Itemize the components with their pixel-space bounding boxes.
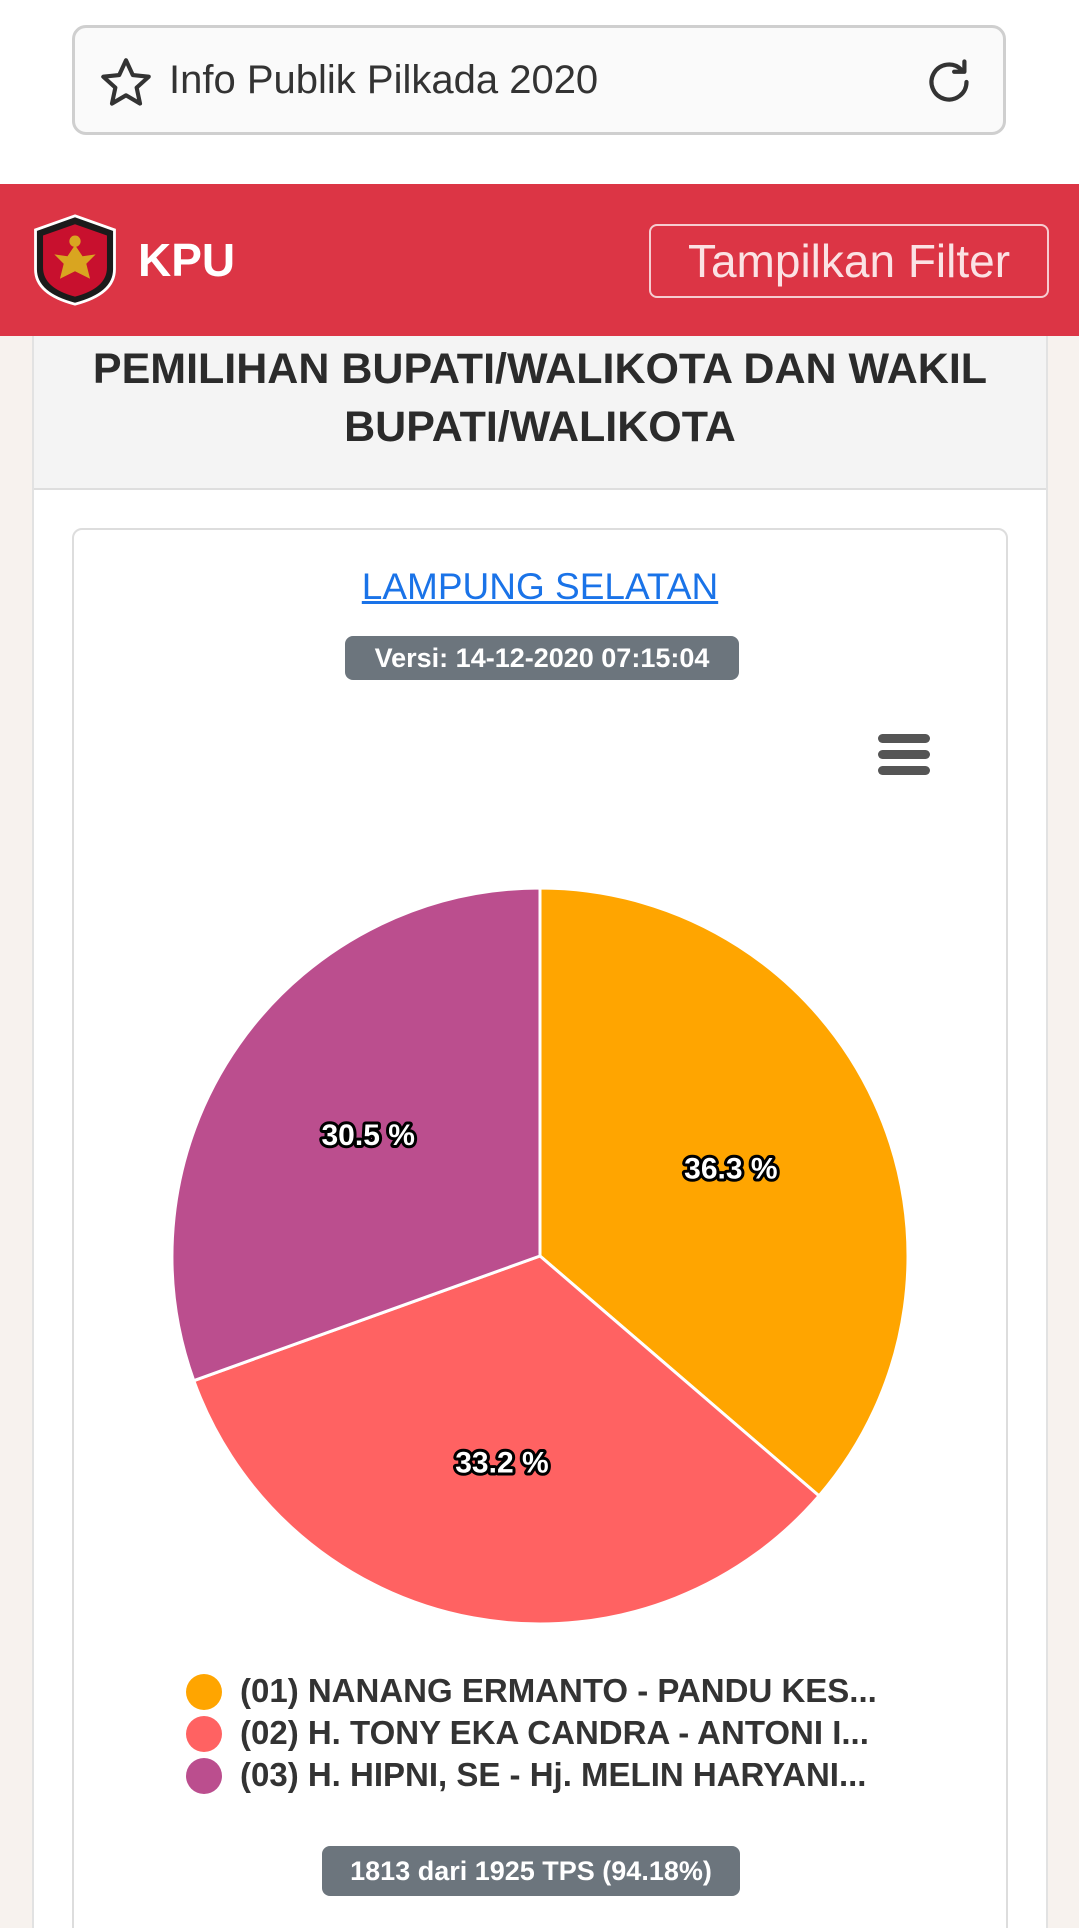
tps-progress-badge: 1813 dari 1925 TPS (94.18%) <box>322 1846 740 1896</box>
legend-item-3[interactable]: (03) H. HIPNI, SE - Hj. MELIN HARYANI... <box>186 1754 946 1796</box>
show-filter-button[interactable]: Tampilkan Filter <box>649 224 1049 298</box>
result-card: PEMILIHAN BUPATI/WALIKOTA DAN WAKIL BUPA… <box>32 336 1048 1928</box>
slice-label-3: 30.5 % <box>321 1119 414 1152</box>
browser-toolbar: Info Publik Pilkada 2020 <box>0 0 1079 184</box>
card-header: PEMILIHAN BUPATI/WALIKOTA DAN WAKIL BUPA… <box>34 336 1046 490</box>
chart-menu-icon[interactable] <box>874 730 934 780</box>
legend-item-2[interactable]: (02) H. TONY EKA CANDRA - ANTONI I... <box>186 1712 946 1754</box>
legend-label: (02) H. TONY EKA CANDRA - ANTONI I... <box>240 1714 869 1751</box>
legend-item-1[interactable]: (01) NANANG ERMANTO - PANDU KES... <box>186 1670 946 1712</box>
election-title: PEMILIHAN BUPATI/WALIKOTA DAN WAKIL BUPA… <box>92 345 988 451</box>
legend-dot-icon <box>186 1716 222 1752</box>
legend-dot-icon <box>186 1758 222 1794</box>
url-text[interactable]: Info Publik Pilkada 2020 <box>169 28 598 132</box>
kpu-navbar: KPU Tampilkan Filter <box>0 184 1079 336</box>
kpu-logo[interactable] <box>28 212 122 308</box>
address-bar[interactable]: Info Publik Pilkada 2020 <box>72 25 1006 135</box>
chart-legend: (01) NANANG ERMANTO - PANDU KES... (02) H… <box>186 1670 946 1796</box>
legend-dot-icon <box>186 1674 222 1710</box>
brand-name[interactable]: KPU <box>138 184 235 336</box>
star-icon[interactable] <box>97 54 155 112</box>
legend-label: (03) H. HIPNI, SE - Hj. MELIN HARYANI... <box>240 1756 867 1793</box>
reload-icon[interactable] <box>921 54 977 110</box>
chart-panel: LAMPUNG SELATAN Versi: 14-12-2020 07:15:… <box>72 528 1008 1928</box>
page: Info Publik Pilkada 2020 KPU Tampilkan F… <box>0 0 1079 1928</box>
pie-chart: 36.3 % 33.2 % 30.5 % <box>170 886 910 1626</box>
slice-label-2: 33.2 % <box>455 1447 548 1480</box>
legend-label: (01) NANANG ERMANTO - PANDU KES... <box>240 1672 877 1709</box>
slice-label-1: 36.3 % <box>684 1152 777 1185</box>
